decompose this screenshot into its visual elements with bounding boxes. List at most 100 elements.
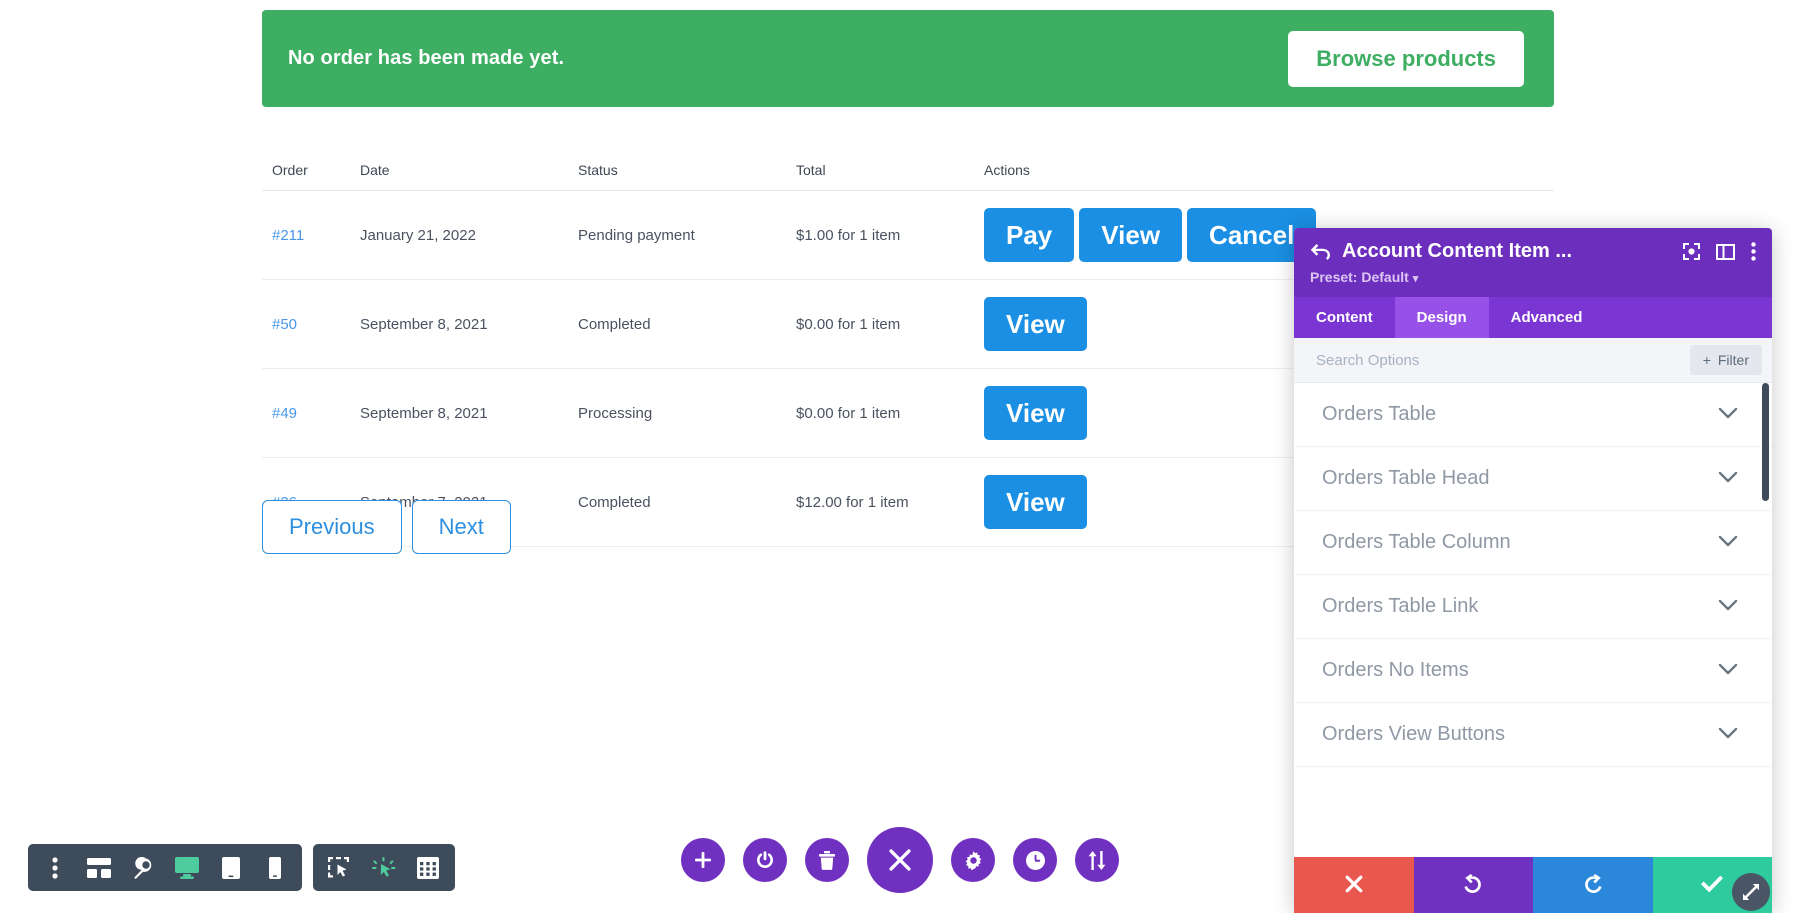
view-order-button[interactable]: View: [984, 386, 1087, 440]
pay-order-button[interactable]: Pay: [984, 208, 1074, 262]
phone-icon[interactable]: [254, 846, 296, 889]
option-group-orders-no-items[interactable]: Orders No Items: [1294, 639, 1772, 703]
chevron-down-icon: [1718, 662, 1738, 680]
option-group-orders-view-buttons[interactable]: Orders View Buttons: [1294, 703, 1772, 767]
cell-status: Completed: [568, 280, 786, 369]
gear-icon[interactable]: [951, 838, 995, 882]
close-icon[interactable]: [867, 827, 933, 893]
next-page-button[interactable]: Next: [412, 500, 511, 554]
cell-status: Pending payment: [568, 191, 786, 280]
browse-products-button[interactable]: Browse products: [1288, 31, 1524, 87]
vertical-dots-icon[interactable]: [1751, 242, 1756, 261]
trash-icon[interactable]: [805, 838, 849, 882]
redo-button[interactable]: [1533, 857, 1653, 913]
panel-header: Account Content Item ...: [1294, 228, 1772, 297]
cell-order: #211: [262, 191, 350, 280]
search-input[interactable]: [1316, 352, 1690, 369]
focus-target-icon[interactable]: [1683, 243, 1700, 260]
panel-scrollbar[interactable]: [1762, 383, 1769, 501]
panel-layout-icon[interactable]: [1716, 244, 1735, 260]
option-group-label: Orders No Items: [1322, 659, 1469, 682]
cell-order: #50: [262, 280, 350, 369]
cell-date: September 8, 2021: [350, 369, 568, 458]
grid-icon[interactable]: [407, 846, 449, 889]
panel-footer: [1294, 857, 1772, 913]
chevron-down-icon: [1718, 470, 1738, 488]
undo-icon: [1462, 874, 1484, 897]
add-icon[interactable]: [681, 838, 725, 882]
select-area-icon[interactable]: [319, 846, 361, 889]
tablet-icon[interactable]: [210, 846, 252, 889]
previous-page-button[interactable]: Previous: [262, 500, 402, 554]
preset-selector[interactable]: Preset: Default ▾: [1310, 269, 1418, 285]
cell-total: $0.00 for 1 item: [786, 369, 974, 458]
panel-tabs: ContentDesignAdvanced: [1294, 297, 1772, 338]
interaction-mode-group: [313, 844, 455, 891]
desktop-icon[interactable]: [166, 846, 208, 889]
pagination: Previous Next: [262, 500, 511, 554]
order-number-link[interactable]: #49: [272, 405, 297, 422]
option-group-label: Orders Table Link: [1322, 595, 1478, 618]
option-group-orders-table[interactable]: Orders Table: [1294, 383, 1772, 447]
search-row: + Filter: [1294, 338, 1772, 383]
view-order-button[interactable]: View: [1079, 208, 1182, 262]
option-group-orders-table-link[interactable]: Orders Table Link: [1294, 575, 1772, 639]
cell-status: Processing: [568, 369, 786, 458]
tab-content[interactable]: Content: [1294, 297, 1395, 338]
option-group-label: Orders Table Head: [1322, 467, 1490, 490]
portability-icon[interactable]: [1075, 838, 1119, 882]
preset-label: Preset: Default: [1310, 269, 1409, 285]
builder-view-toolbar: [28, 844, 455, 891]
panel-title: Account Content Item ...: [1342, 240, 1671, 263]
back-arrow-icon[interactable]: [1310, 244, 1330, 260]
panel-header-icons: [1683, 242, 1756, 261]
chevron-down-icon: [1718, 406, 1738, 424]
builder-action-bar: [681, 827, 1119, 893]
option-group-orders-table-head[interactable]: Orders Table Head: [1294, 447, 1772, 511]
undo-button[interactable]: [1414, 857, 1534, 913]
table-header-row: Order Date Status Total Actions: [262, 150, 1554, 191]
history-icon[interactable]: [1013, 838, 1057, 882]
option-group-orders-table-column[interactable]: Orders Table Column: [1294, 511, 1772, 575]
notice-message: No order has been made yet.: [288, 47, 564, 70]
cell-date: September 8, 2021: [350, 280, 568, 369]
module-settings-panel: Account Content Item ...: [1294, 228, 1772, 913]
view-order-button[interactable]: View: [984, 297, 1087, 351]
cell-order: #49: [262, 369, 350, 458]
cell-status: Completed: [568, 458, 786, 547]
cell-total: $0.00 for 1 item: [786, 280, 974, 369]
column-header-order: Order: [262, 150, 350, 191]
chevron-down-icon: [1718, 534, 1738, 552]
tab-advanced[interactable]: Advanced: [1489, 297, 1605, 338]
option-group-label: Orders View Buttons: [1322, 723, 1505, 746]
cell-date: January 21, 2022: [350, 191, 568, 280]
wireframe-icon[interactable]: [78, 846, 120, 889]
order-number-link[interactable]: #50: [272, 316, 297, 333]
redo-icon: [1582, 874, 1604, 897]
tab-design[interactable]: Design: [1395, 297, 1489, 338]
orders-table-head: Order Date Status Total Actions: [262, 150, 1554, 191]
zoom-icon[interactable]: [122, 846, 164, 889]
filter-button[interactable]: + Filter: [1690, 345, 1762, 375]
column-header-status: Status: [568, 150, 786, 191]
option-group-label: Orders Table: [1322, 403, 1436, 426]
click-mode-icon[interactable]: [363, 846, 405, 889]
check-icon: [1701, 875, 1723, 896]
page-canvas: No order has been made yet. Browse produ…: [0, 0, 1800, 913]
more-options-icon[interactable]: [34, 846, 76, 889]
view-order-button[interactable]: View: [984, 475, 1087, 529]
panel-options-list: Orders Table Orders Table Head Orders Tabl…: [1294, 383, 1772, 857]
chevron-down-icon: ▾: [1413, 273, 1419, 285]
resize-handle[interactable]: [1732, 873, 1770, 911]
discard-button[interactable]: [1294, 857, 1414, 913]
no-order-notice: No order has been made yet. Browse produ…: [262, 10, 1554, 107]
column-header-date: Date: [350, 150, 568, 191]
close-icon: [1344, 874, 1364, 897]
order-number-link[interactable]: #211: [272, 227, 304, 244]
view-mode-group: [28, 844, 302, 891]
option-group-label: Orders Table Column: [1322, 531, 1511, 554]
panel-title-row: Account Content Item ...: [1310, 240, 1756, 263]
filter-label: Filter: [1718, 352, 1749, 368]
cell-total: $1.00 for 1 item: [786, 191, 974, 280]
power-icon[interactable]: [743, 838, 787, 882]
